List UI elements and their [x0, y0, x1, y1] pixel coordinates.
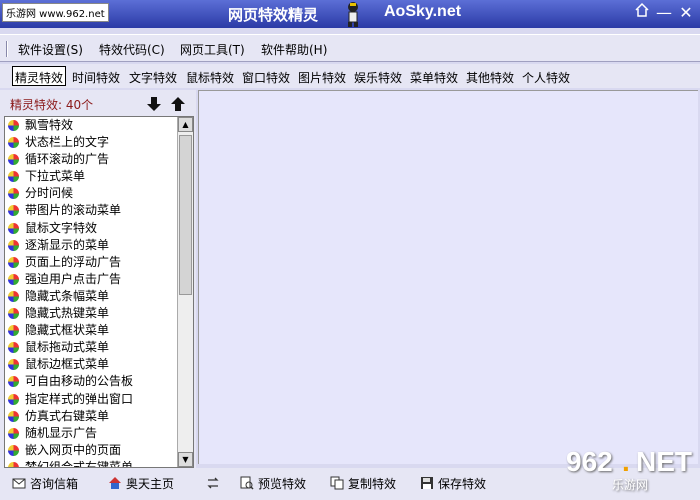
minimize-icon[interactable]: — [654, 2, 674, 24]
tab-fun[interactable]: 娱乐特效 [352, 67, 404, 87]
effect-icon [8, 222, 19, 234]
list-item[interactable]: 梦幻组合式右键菜单 [5, 459, 193, 467]
floppy-icon [421, 477, 433, 489]
tab-window[interactable]: 窗口特效 [240, 67, 292, 87]
effect-icon [8, 427, 19, 439]
effect-icon [8, 239, 19, 251]
list-item[interactable]: 带图片的滚动菜单 [5, 202, 193, 219]
app-title: 网页特效精灵 [228, 6, 319, 24]
effects-count: 精灵特效: 40个 [10, 98, 94, 112]
brand-label: AoSky.net [384, 3, 462, 20]
menu-bar: 软件设置(S) 特效代码(C) 网页工具(T) 软件帮助(H) [0, 34, 700, 62]
effect-icon [8, 342, 19, 354]
effect-icon [8, 359, 19, 371]
tab-image[interactable]: 图片特效 [296, 67, 348, 87]
tab-mouse[interactable]: 鼠标特效 [184, 67, 236, 87]
effect-icon [8, 188, 19, 200]
effects-panel: 精灵特效: 40个 飘雪特效 状态栏上的文字 循环滚动的广告 下拉式菜单 分时问… [0, 90, 196, 470]
preview-area[interactable] [198, 90, 698, 464]
effect-icon [8, 325, 19, 337]
arrow-up-icon[interactable] [170, 96, 186, 112]
effect-icon [8, 171, 19, 183]
effect-icon [8, 137, 19, 149]
consult-mailbox-button[interactable]: 咨询信箱 [12, 473, 78, 493]
magnifier-icon [240, 476, 254, 490]
list-scrollbar[interactable]: ▲ ▼ [177, 117, 193, 467]
list-item[interactable]: 隐藏式热键菜单 [5, 305, 193, 322]
copy-icon [330, 476, 344, 490]
scroll-thumb[interactable] [179, 135, 192, 295]
list-item[interactable]: 可自由移动的公告板 [5, 373, 193, 390]
list-item[interactable]: 飘雪特效 [5, 117, 193, 134]
arrow-down-icon[interactable] [146, 96, 162, 112]
mail-icon [12, 478, 26, 489]
effect-icon [8, 308, 19, 320]
house-icon [109, 477, 121, 489]
mascot-icon [348, 2, 358, 27]
copy-effect-button[interactable]: 复制特效 [330, 473, 396, 493]
effect-icon [8, 154, 19, 166]
toggle-panel-button[interactable] [206, 473, 220, 493]
effect-icon [8, 290, 19, 302]
list-item[interactable]: 循环滚动的广告 [5, 151, 193, 168]
effect-icon [8, 273, 19, 285]
list-item[interactable]: 鼠标边框式菜单 [5, 356, 193, 373]
list-item[interactable]: 仿真式右键菜单 [5, 408, 193, 425]
list-item[interactable]: 鼠标拖动式菜单 [5, 339, 193, 356]
menu-web-tools[interactable]: 网页工具(T) [180, 41, 245, 58]
tab-text[interactable]: 文字特效 [127, 67, 179, 87]
list-item[interactable]: 隐藏式框状菜单 [5, 322, 193, 339]
watermark-label: 乐游网 www.962.net [2, 3, 109, 22]
effect-icon [8, 376, 19, 388]
list-item[interactable]: 分时问候 [5, 185, 193, 202]
title-bar: 乐游网 www.962.net 网页特效精灵 AoSky.net — ✕ [0, 0, 700, 28]
home-page-button[interactable]: 奥天主页 [108, 473, 174, 493]
menu-effect-code[interactable]: 特效代码(C) [99, 41, 165, 58]
list-item[interactable]: 状态栏上的文字 [5, 134, 193, 151]
effect-icon [8, 444, 19, 456]
list-item[interactable]: 嵌入网页中的页面 [5, 442, 193, 459]
site-watermark: 962 . NET 乐游网 [566, 446, 692, 492]
tab-personal[interactable]: 个人特效 [520, 67, 572, 87]
list-item[interactable]: 随机显示广告 [5, 425, 193, 442]
list-item[interactable]: 逐渐显示的菜单 [5, 237, 193, 254]
scroll-down-icon[interactable]: ▼ [178, 452, 193, 467]
list-item[interactable]: 强迫用户点击广告 [5, 271, 193, 288]
menu-help[interactable]: 软件帮助(H) [261, 41, 327, 58]
tab-other[interactable]: 其他特效 [464, 67, 516, 87]
tab-bar: 精灵特效 时间特效 文字特效 鼠标特效 窗口特效 图片特效 娱乐特效 菜单特效 … [0, 64, 700, 88]
list-item[interactable]: 页面上的浮动广告 [5, 254, 193, 271]
list-item[interactable]: 指定样式的弹出窗口 [5, 391, 193, 408]
list-item[interactable]: 鼠标文字特效 [5, 220, 193, 237]
save-effect-button[interactable]: 保存特效 [420, 473, 486, 493]
tab-menu[interactable]: 菜单特效 [408, 67, 460, 87]
effect-icon [8, 205, 19, 217]
effect-icon [8, 410, 19, 422]
menu-separator [6, 41, 8, 57]
tab-time[interactable]: 时间特效 [70, 67, 122, 87]
effects-list[interactable]: 飘雪特效 状态栏上的文字 循环滚动的广告 下拉式菜单 分时问候 带图片的滚动菜单… [4, 116, 194, 468]
menu-settings[interactable]: 软件设置(S) [18, 41, 83, 58]
preview-effect-button[interactable]: 预览特效 [240, 473, 306, 493]
home-icon[interactable] [632, 2, 652, 24]
list-item[interactable]: 下拉式菜单 [5, 168, 193, 185]
close-icon[interactable]: ✕ [676, 2, 696, 24]
swap-icon [207, 477, 219, 489]
effect-icon [8, 256, 19, 268]
effect-icon [8, 393, 19, 405]
tab-sprite[interactable]: 精灵特效 [12, 66, 67, 86]
effect-icon [8, 120, 19, 131]
list-item[interactable]: 隐藏式条幅菜单 [5, 288, 193, 305]
scroll-up-icon[interactable]: ▲ [178, 117, 193, 132]
